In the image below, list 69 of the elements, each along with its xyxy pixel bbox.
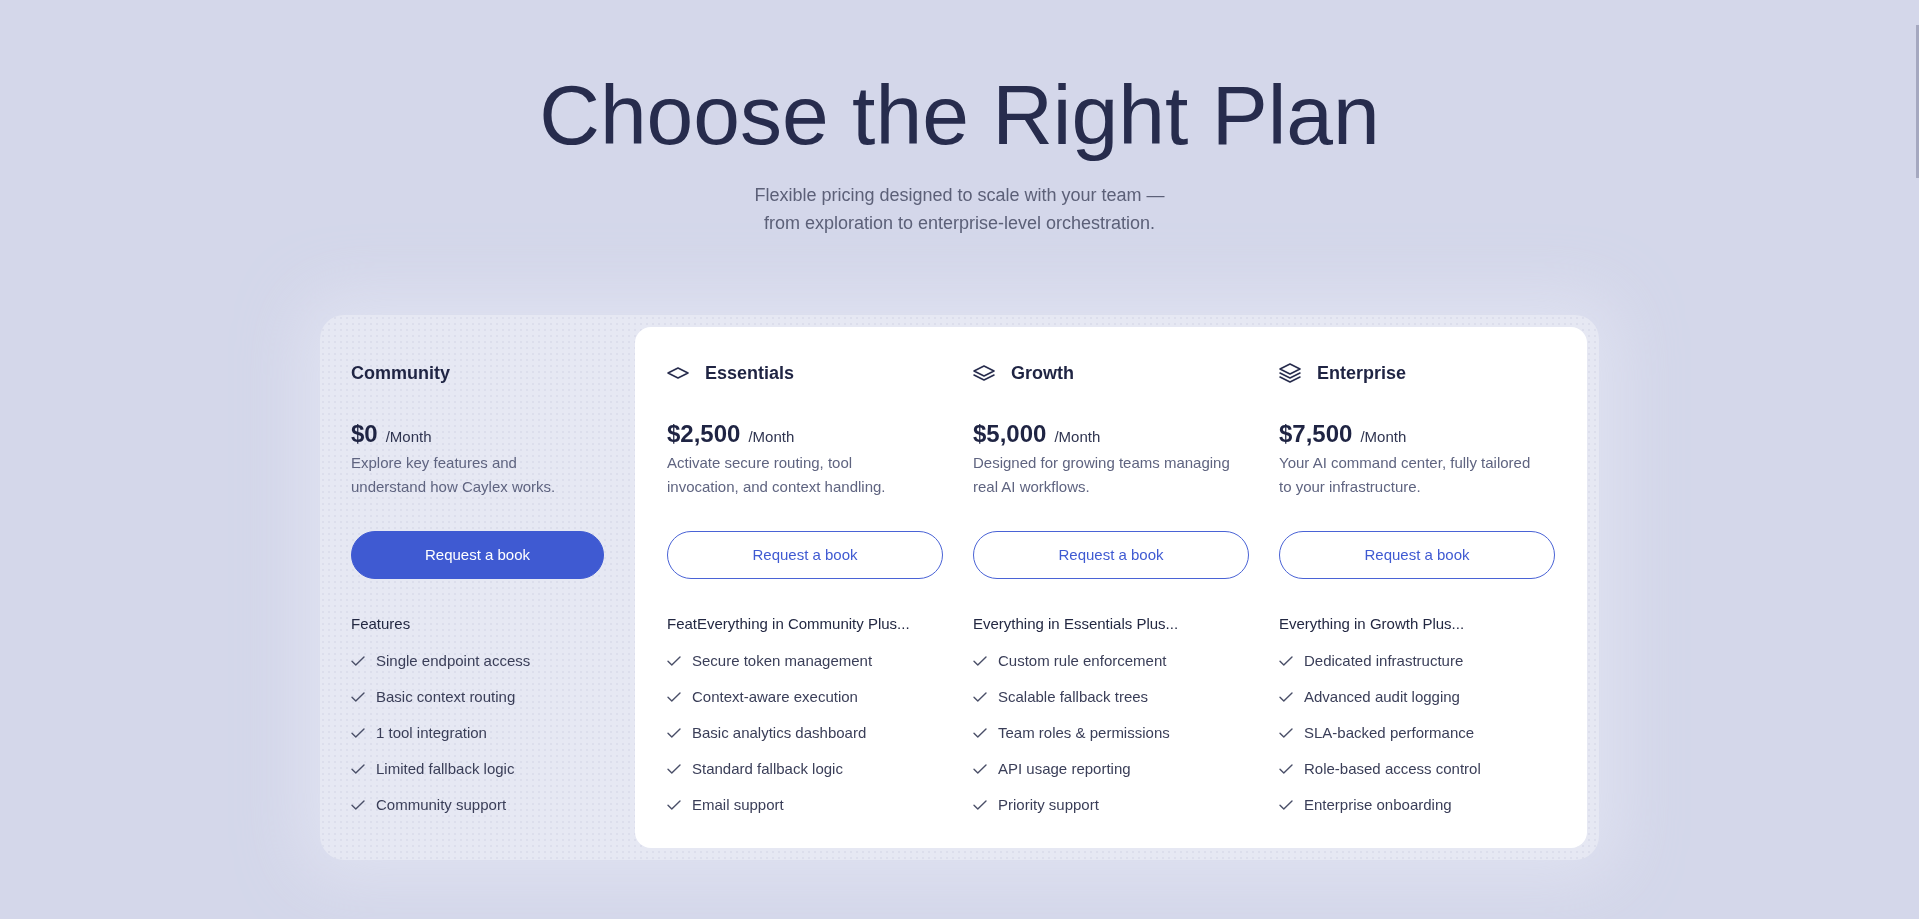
feature-text: Scalable fallback trees <box>998 687 1149 707</box>
features-heading: Everything in Growth Plus... <box>1279 614 1466 634</box>
feature-text: Community support <box>376 795 507 815</box>
feature-text: 1 tool integration <box>376 723 487 743</box>
feature-text: Role-based access control <box>1304 759 1481 779</box>
request-button[interactable]: Request a book <box>1279 531 1555 579</box>
plan-price: $0 <box>351 419 378 449</box>
check-icon <box>973 764 987 774</box>
request-button[interactable]: Request a book <box>973 531 1249 579</box>
check-icon <box>1279 728 1293 738</box>
check-icon <box>667 656 681 666</box>
feature-text: Enterprise onboarding <box>1304 795 1452 815</box>
feature-text: Standard fallback logic <box>692 759 843 779</box>
check-icon <box>1279 764 1293 774</box>
feature-text: Context-aware execution <box>692 687 858 707</box>
features-heading: FeatEverything in Community Plus... <box>667 614 911 634</box>
layer-icon <box>667 367 689 379</box>
check-icon <box>973 656 987 666</box>
plan-name: Enterprise <box>1317 362 1407 385</box>
plan-price: $2,500 <box>667 419 741 449</box>
feature-text: Priority support <box>998 795 1099 815</box>
check-icon <box>351 728 365 738</box>
plan-name: Community <box>351 362 450 385</box>
plan-description: Explore key features and understand how Caylex works. <box>351 453 557 497</box>
price-period: /Month <box>1360 427 1407 447</box>
plan-price: $7,500 <box>1279 419 1353 449</box>
check-icon <box>1279 800 1293 810</box>
check-icon <box>973 728 987 738</box>
features-heading: Everything in Essentials Plus... <box>973 614 1180 634</box>
feature-text: Secure token management <box>692 651 873 671</box>
plan-price: $5,000 <box>973 419 1047 449</box>
price-period: /Month <box>385 427 432 447</box>
plan-description: Designed for growing teams managing real AI workflows. <box>973 453 1231 497</box>
feature-text: Custom rule enforcement <box>998 651 1167 671</box>
check-icon <box>667 764 681 774</box>
feature-text: Advanced audit logging <box>1304 687 1460 707</box>
plan-description: Your AI command center, fully tailored to your infrastructure. <box>1279 453 1532 497</box>
check-icon <box>1279 692 1293 702</box>
request-button[interactable]: Request a book <box>351 531 604 579</box>
feature-text: Single endpoint access <box>376 651 531 671</box>
plan-name: Essentials <box>705 362 795 385</box>
layers-icon <box>973 365 995 381</box>
price-period: /Month <box>748 427 795 447</box>
features-heading: Features <box>351 614 412 634</box>
feature-text: API usage reporting <box>998 759 1131 779</box>
check-icon <box>351 764 365 774</box>
check-icon <box>351 656 365 666</box>
layers-icon <box>1279 363 1301 383</box>
page-subtitle: Flexible pricing designed to scale with your team — from exploration to enterprise-level orchestration. <box>754 184 1165 235</box>
check-icon <box>351 800 365 810</box>
check-icon <box>973 800 987 810</box>
feature-text: Team roles & permissions <box>998 723 1170 743</box>
check-icon <box>667 692 681 702</box>
check-icon <box>667 728 681 738</box>
feature-text: Email support <box>692 795 784 815</box>
scrollbar-thumb[interactable] <box>1916 25 1919 178</box>
price-period: /Month <box>1054 427 1101 447</box>
plan-name: Growth <box>1011 362 1074 385</box>
check-icon <box>1279 656 1293 666</box>
check-icon <box>973 692 987 702</box>
feature-text: SLA-backed performance <box>1304 723 1475 743</box>
feature-text: Limited fallback logic <box>376 759 515 779</box>
plan-description: Activate secure routing, tool invocation, and context handling. <box>667 453 887 497</box>
feature-text: Dedicated infrastructure <box>1304 651 1464 671</box>
check-icon <box>351 692 365 702</box>
request-button[interactable]: Request a book <box>667 531 943 579</box>
check-icon <box>667 800 681 810</box>
feature-text: Basic analytics dashboard <box>692 723 867 743</box>
feature-text: Basic context routing <box>376 687 516 707</box>
